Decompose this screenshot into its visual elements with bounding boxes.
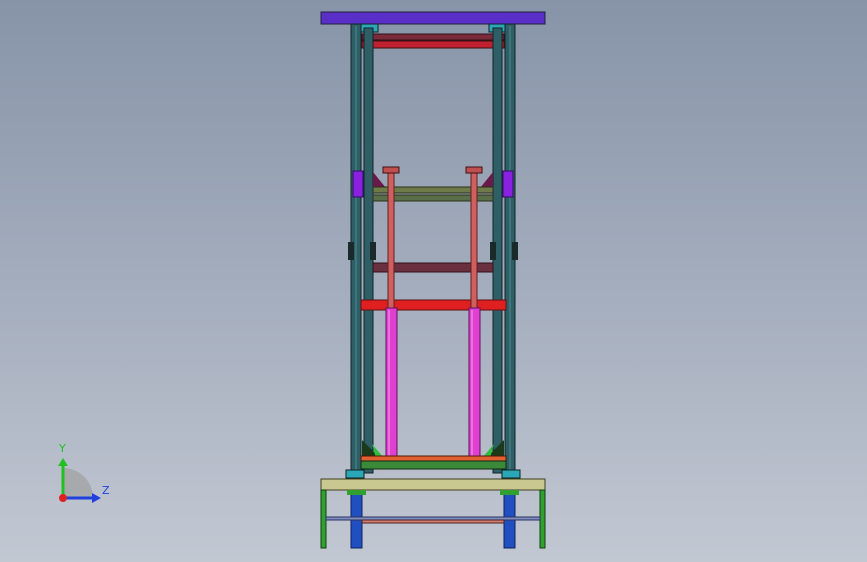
base-beam-green: [360, 460, 507, 470]
rod-cap-left: [382, 166, 400, 174]
table-top: [320, 478, 546, 491]
bracket-left: [352, 170, 364, 198]
y-axis-label: Y: [59, 442, 66, 455]
top-beam-red: [361, 40, 505, 49]
bracket-right: [502, 170, 514, 198]
base-beam-orange: [360, 455, 507, 462]
top-plate: [320, 11, 546, 25]
support-cap-right: [500, 490, 519, 495]
cylinder-right: [468, 307, 481, 459]
y-axis-arrow-icon: [58, 458, 68, 466]
orientation-triad: Y Z: [48, 440, 128, 520]
table-leg-right: [539, 489, 546, 549]
triad-xy-wedge: [63, 468, 93, 498]
guide-block-right: [490, 242, 496, 260]
guide-block-right-2: [512, 242, 518, 260]
rod-cap-right: [465, 166, 483, 174]
cross-beam-red: [360, 299, 507, 311]
graphics-viewport[interactable]: Y Z: [0, 0, 867, 562]
lift-assembly-model[interactable]: [0, 0, 867, 562]
z-axis-label: Z: [102, 484, 110, 497]
support-cap-left: [347, 490, 366, 495]
x-axis-origin-icon: [59, 494, 67, 502]
gusset-right: [480, 172, 493, 188]
piston-rod-left: [387, 169, 395, 311]
gusset-left: [373, 172, 386, 188]
guide-block-left: [348, 242, 354, 260]
lower-stretcher-inner: [361, 519, 505, 524]
top-beam-dark: [361, 33, 505, 41]
cylinder-left: [385, 307, 398, 459]
bottom-clamp-right: [501, 469, 521, 479]
piston-rod-right: [470, 169, 478, 311]
bottom-clamp-left: [345, 469, 365, 479]
guide-block-left-2: [370, 242, 376, 260]
z-axis-arrow-icon: [92, 493, 101, 503]
table-leg-left: [320, 489, 327, 549]
